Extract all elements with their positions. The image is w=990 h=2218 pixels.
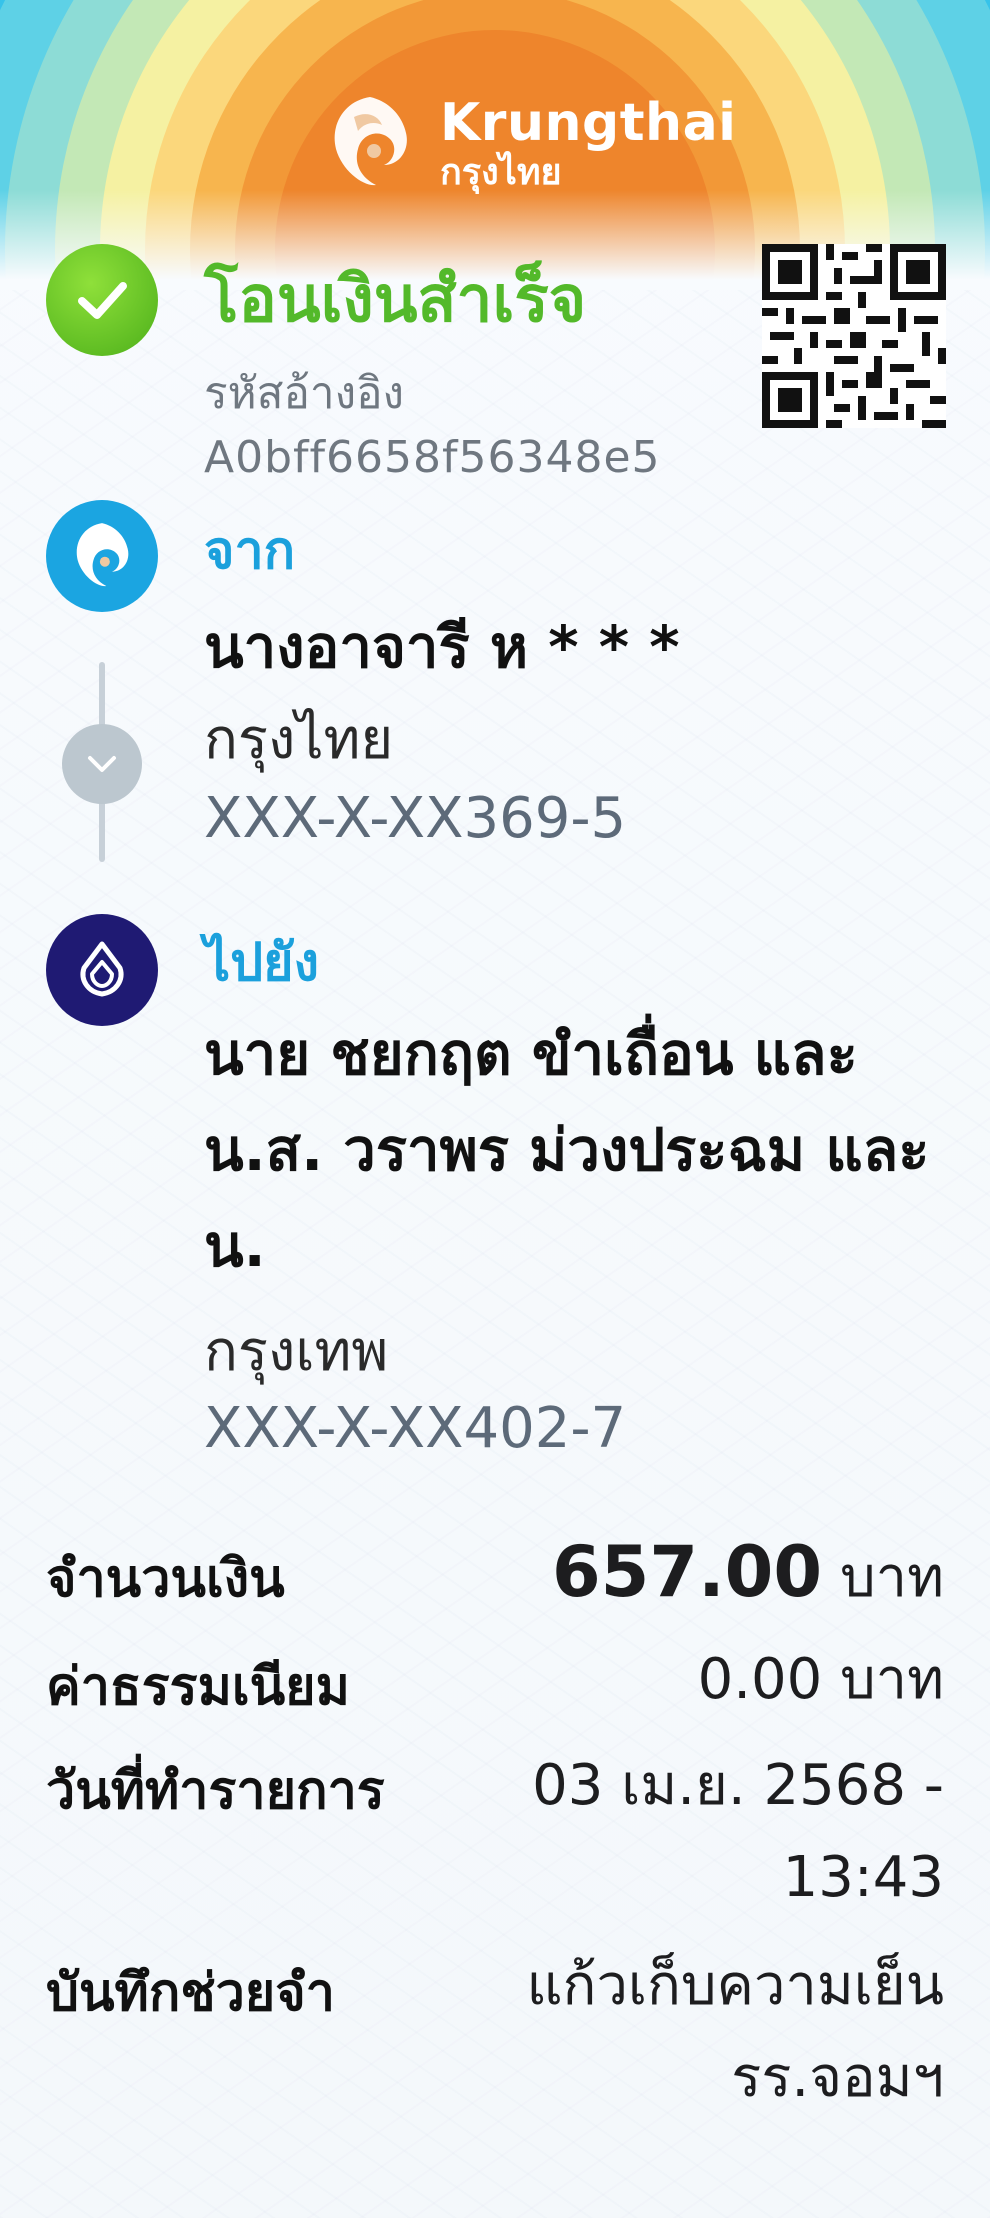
memo-value: แก้วเก็บความเย็น รร.จอมฯ <box>526 1940 944 2124</box>
fee-label: ค่าธรรมเนียม <box>46 1657 350 1717</box>
date-value-line1: 03 เม.ย. 2568 - <box>532 1753 944 1818</box>
krungthai-logo: Krungthai กรุงไทย <box>314 87 736 199</box>
amount-value: 657.00 บาท <box>552 1526 944 1624</box>
recipient-bank: กรุงเทพ <box>204 1319 389 1384</box>
chevron-down-icon <box>62 724 142 804</box>
amount-label: จำนวนเงิน <box>46 1549 285 1609</box>
memo-label: บันทึกช่วยจำ <box>46 1963 335 2023</box>
krungthai-logo-icon <box>46 500 158 612</box>
sender-name: นางอาจารี ห * * * <box>204 613 680 681</box>
to-label: ไปยัง <box>204 933 320 993</box>
sender-account: XXX-X-XX369-5 <box>204 786 627 851</box>
reference-label: รหัสอ้างอิง <box>204 368 405 419</box>
bangkok-bank-logo-icon <box>46 914 158 1026</box>
date-value-line2: 13:43 <box>782 1845 944 1910</box>
transfer-slip: Krungthai กรุงไทย โอนเงินสำเร็จ รหัสอ้าง… <box>0 0 990 2218</box>
status-title: โอนเงินสำเร็จ <box>204 263 587 337</box>
reference-code: A0bff6658f56348e5 <box>204 432 661 483</box>
bird-logo-icon <box>314 87 426 199</box>
brand-name-thai: กรุงไทย <box>440 152 562 193</box>
recipient-name: นาย ชยกฤต ขำเถื่อน และ น.ส. วราพร ม่วงปร… <box>204 1020 930 1280</box>
qr-code-icon[interactable] <box>762 244 946 428</box>
recipient-account: XXX-X-XX402-7 <box>204 1396 627 1461</box>
memo-value-line1: แก้วเก็บความเย็น <box>526 1953 944 2018</box>
date-label: วันที่ทำรายการ <box>46 1761 385 1821</box>
amount-unit: บาท <box>840 1545 944 1610</box>
amount-number: 657.00 <box>551 1531 823 1613</box>
date-value: 03 เม.ย. 2568 - 13:43 <box>532 1740 944 1924</box>
check-icon <box>46 244 158 356</box>
fee-value: 0.00 บาท <box>697 1647 944 1712</box>
from-label: จาก <box>204 521 296 581</box>
sender-bank: กรุงไทย <box>204 707 394 772</box>
brand-name: Krungthai <box>440 93 737 153</box>
memo-value-line2: รร.จอมฯ <box>731 2045 944 2110</box>
